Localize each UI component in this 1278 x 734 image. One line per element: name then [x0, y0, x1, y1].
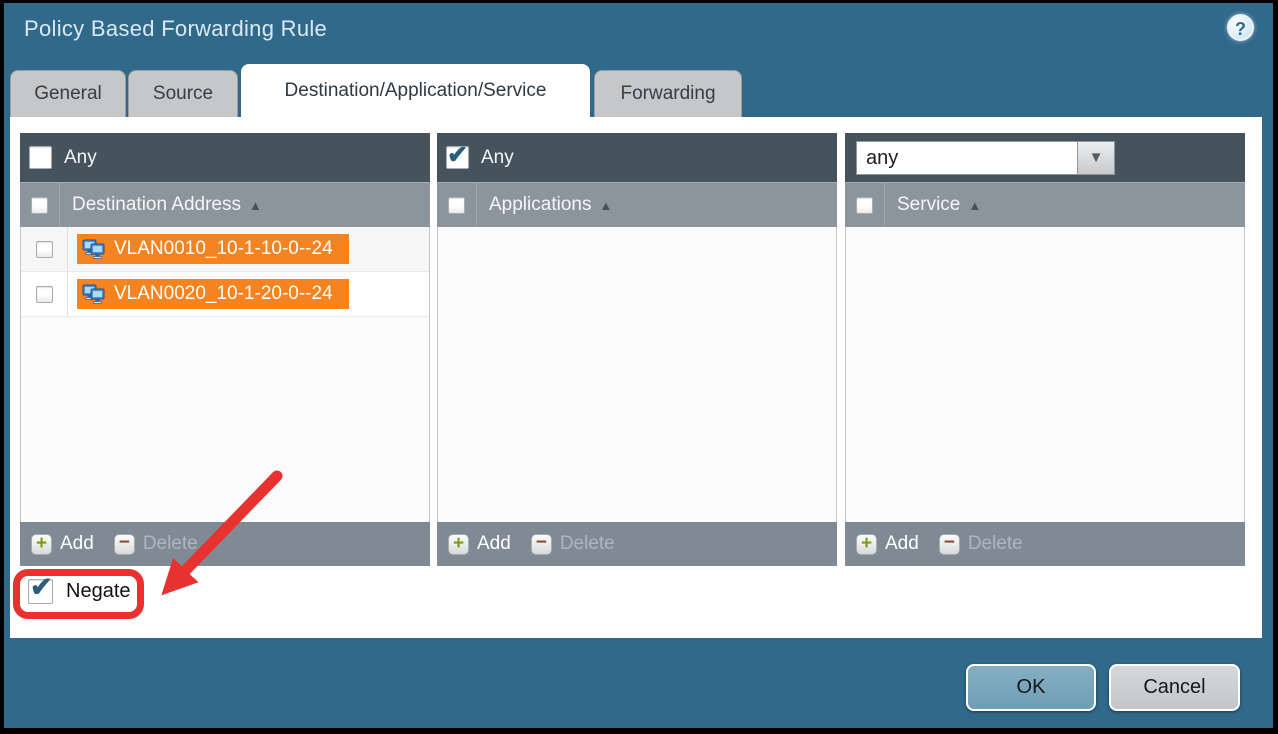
annotation-highlight-box — [13, 569, 144, 619]
applications-footer: + Add − Delete — [437, 522, 837, 566]
tab-label: Destination/Application/Service — [285, 80, 547, 102]
destination-any-checkbox[interactable]: ✔ — [29, 146, 52, 169]
service-dropdown[interactable]: any ▼ — [856, 141, 1115, 175]
destination-any-label: Any — [64, 147, 97, 169]
service-footer: + Add − Delete — [845, 522, 1245, 566]
destination-header-row: Destination Address ▲ — [20, 182, 430, 227]
sort-asc-icon: ▲ — [968, 198, 981, 213]
destination-address-column: ✔ Any Destination Address ▲ — [20, 133, 430, 566]
row-checkbox[interactable] — [36, 286, 53, 303]
destination-column-header[interactable]: Destination Address ▲ — [72, 194, 262, 216]
sort-asc-icon: ▲ — [249, 198, 262, 213]
tab-label: Source — [153, 83, 213, 105]
destination-address-list: VLAN0010_10-1-10-0--24 — [20, 227, 430, 522]
service-delete-button[interactable]: − Delete — [939, 533, 1023, 555]
ok-button[interactable]: OK — [966, 664, 1096, 711]
network-address-icon — [82, 284, 106, 305]
tab-label: General — [34, 83, 102, 105]
address-object-name: VLAN0020_10-1-20-0--24 — [114, 283, 333, 305]
service-list — [845, 227, 1245, 522]
chevron-down-icon[interactable]: ▼ — [1078, 141, 1115, 175]
applications-add-button[interactable]: + Add — [448, 533, 511, 555]
service-column-header[interactable]: Service ▲ — [897, 194, 981, 216]
add-icon: + — [856, 534, 877, 555]
sort-asc-icon: ▲ — [599, 198, 612, 213]
delete-icon: − — [531, 534, 552, 555]
destination-footer: + Add − Delete — [20, 522, 430, 566]
add-icon: + — [31, 534, 52, 555]
tab-destination-application-service[interactable]: Destination/Application/Service — [241, 64, 590, 117]
applications-column: ✔ Any Applications ▲ + Add — [437, 133, 837, 566]
help-icon[interactable]: ? — [1227, 14, 1254, 41]
dialog-title: Policy Based Forwarding Rule — [24, 16, 327, 42]
destination-address-row[interactable]: VLAN0020_10-1-20-0--24 — [21, 272, 429, 317]
tab-label: Forwarding — [620, 83, 715, 105]
row-checkbox[interactable] — [36, 241, 53, 258]
select-all-cell — [845, 183, 885, 227]
service-header-row: Service ▲ — [845, 182, 1245, 227]
row-checkbox-cell — [21, 272, 68, 316]
tab-general[interactable]: General — [10, 70, 126, 117]
applications-any-bar: ✔ Any — [437, 133, 837, 182]
destination-select-all-checkbox[interactable] — [31, 197, 48, 214]
service-dropdown-value[interactable]: any — [856, 141, 1078, 175]
service-column: any ▼ Service ▲ + Add — [845, 133, 1245, 566]
network-address-icon — [82, 239, 106, 260]
check-icon: ✔ — [447, 140, 468, 170]
applications-any-label: Any — [481, 147, 514, 169]
delete-icon: − — [939, 534, 960, 555]
applications-header-row: Applications ▲ — [437, 182, 837, 227]
select-all-cell — [20, 183, 60, 227]
tab-forwarding[interactable]: Forwarding — [594, 70, 742, 117]
add-icon: + — [448, 534, 469, 555]
tab-content-panel: ✔ Any Destination Address ▲ — [10, 117, 1262, 638]
applications-list — [437, 227, 837, 522]
policy-based-forwarding-dialog: Policy Based Forwarding Rule ? General S… — [0, 0, 1278, 734]
destination-address-row[interactable]: VLAN0010_10-1-10-0--24 — [21, 227, 429, 272]
destination-add-button[interactable]: + Add — [31, 533, 94, 555]
address-object-name: VLAN0010_10-1-10-0--24 — [114, 238, 333, 260]
cancel-button[interactable]: Cancel — [1109, 664, 1240, 711]
delete-icon: − — [114, 534, 135, 555]
select-all-cell — [437, 183, 477, 227]
address-object-chip[interactable]: VLAN0010_10-1-10-0--24 — [77, 234, 349, 264]
applications-select-all-checkbox[interactable] — [448, 197, 465, 214]
applications-delete-button[interactable]: − Delete — [531, 533, 615, 555]
row-checkbox-cell — [21, 227, 68, 271]
destination-any-bar: ✔ Any — [20, 133, 430, 182]
service-any-bar: any ▼ — [845, 133, 1245, 182]
service-add-button[interactable]: + Add — [856, 533, 919, 555]
address-object-chip[interactable]: VLAN0020_10-1-20-0--24 — [77, 279, 349, 309]
service-select-all-checkbox[interactable] — [856, 197, 873, 214]
tab-source[interactable]: Source — [128, 70, 238, 117]
applications-any-checkbox[interactable]: ✔ — [446, 146, 469, 169]
destination-delete-button[interactable]: − Delete — [114, 533, 198, 555]
applications-column-header[interactable]: Applications ▲ — [489, 194, 612, 216]
